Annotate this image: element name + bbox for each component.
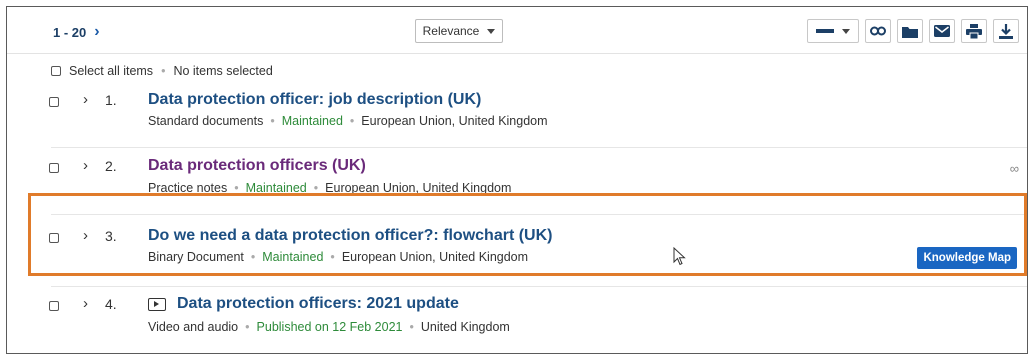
link-icon — [870, 26, 886, 36]
result-meta: Standard documents • Maintained • European U… — [148, 114, 548, 128]
result-number: 4. — [105, 296, 117, 312]
sort-dropdown[interactable]: Relevance — [415, 19, 503, 43]
knowledge-map-button[interactable]: Knowledge Map — [917, 247, 1017, 269]
video-icon — [148, 298, 166, 311]
result-jurisdiction: European Union, United Kingdom — [341, 250, 529, 264]
results-toolbar: 1 - 20 › Relevance — [7, 7, 1027, 54]
view-options-button[interactable] — [807, 19, 859, 43]
expand-chevron-icon[interactable]: › — [83, 91, 88, 108]
result-status: Maintained — [262, 250, 324, 264]
print-icon — [966, 23, 982, 39]
result-title[interactable]: Data protection officers: 2021 update — [177, 295, 459, 313]
select-all-checkbox[interactable] — [51, 66, 61, 76]
result-jurisdiction: European Union, United Kingdom — [361, 114, 548, 128]
divider — [51, 214, 1027, 215]
expand-chevron-icon[interactable]: › — [83, 227, 88, 244]
result-checkbox[interactable] — [49, 97, 59, 107]
result-type: Video and audio — [148, 320, 239, 334]
expand-chevron-icon[interactable]: › — [83, 295, 88, 312]
result-status: Maintained — [281, 114, 343, 128]
result-jurisdiction: European Union, United Kingdom — [325, 181, 512, 195]
email-button[interactable] — [929, 19, 955, 43]
folder-icon — [902, 26, 918, 38]
select-all-row: Select all items • No items selected — [51, 64, 273, 78]
dash-icon — [816, 29, 834, 33]
mouse-cursor-icon — [673, 247, 686, 266]
chevron-down-icon — [842, 28, 850, 34]
print-button[interactable] — [961, 19, 987, 43]
copy-link-button[interactable] — [865, 19, 891, 43]
divider — [51, 147, 1027, 148]
separator-dot: • — [161, 64, 166, 78]
result-range: 1 - 20 — [53, 24, 87, 40]
delivery-tools — [807, 19, 1019, 43]
result-number: 2. — [105, 158, 117, 174]
result-type: Practice notes — [148, 181, 228, 195]
mail-icon — [934, 25, 950, 37]
save-to-folder-button[interactable] — [897, 19, 923, 43]
result-checkbox[interactable] — [49, 163, 59, 173]
download-icon — [999, 23, 1013, 39]
next-page-icon[interactable]: › — [94, 23, 99, 41]
sort-label: Relevance — [422, 24, 480, 38]
result-number: 1. — [105, 92, 117, 108]
result-meta: Binary Document • Maintained • European Unio… — [148, 250, 529, 264]
glasses-icon: ∞ — [1009, 161, 1019, 176]
result-type: Standard documents — [148, 114, 264, 128]
result-status: Maintained — [245, 181, 307, 195]
result-jurisdiction: United Kingdom — [420, 320, 510, 334]
result-meta: Practice notes • Maintained • European Union… — [148, 181, 512, 195]
download-button[interactable] — [993, 19, 1019, 43]
selection-status: No items selected — [173, 64, 273, 78]
result-type: Binary Document — [148, 250, 244, 264]
result-meta: Video and audio • Published on 12 Feb 2021… — [148, 320, 510, 334]
result-status: Published on 12 Feb 2021 — [256, 320, 403, 334]
result-title[interactable]: Data protection officers (UK) — [148, 157, 366, 175]
expand-chevron-icon[interactable]: › — [83, 157, 88, 174]
result-number: 3. — [105, 228, 117, 244]
pagination: 1 - 20 › — [53, 23, 100, 41]
result-title[interactable]: Do we need a data protection officer?: f… — [148, 227, 552, 245]
chevron-down-icon — [487, 28, 496, 34]
result-title[interactable]: Data protection officer: job description… — [148, 91, 481, 109]
divider — [51, 286, 1027, 287]
results-panel: 1 - 20 › Relevance Select all items • No… — [6, 6, 1028, 354]
result-checkbox[interactable] — [49, 301, 59, 311]
result-checkbox[interactable] — [49, 233, 59, 243]
select-all-label[interactable]: Select all items — [69, 64, 153, 78]
